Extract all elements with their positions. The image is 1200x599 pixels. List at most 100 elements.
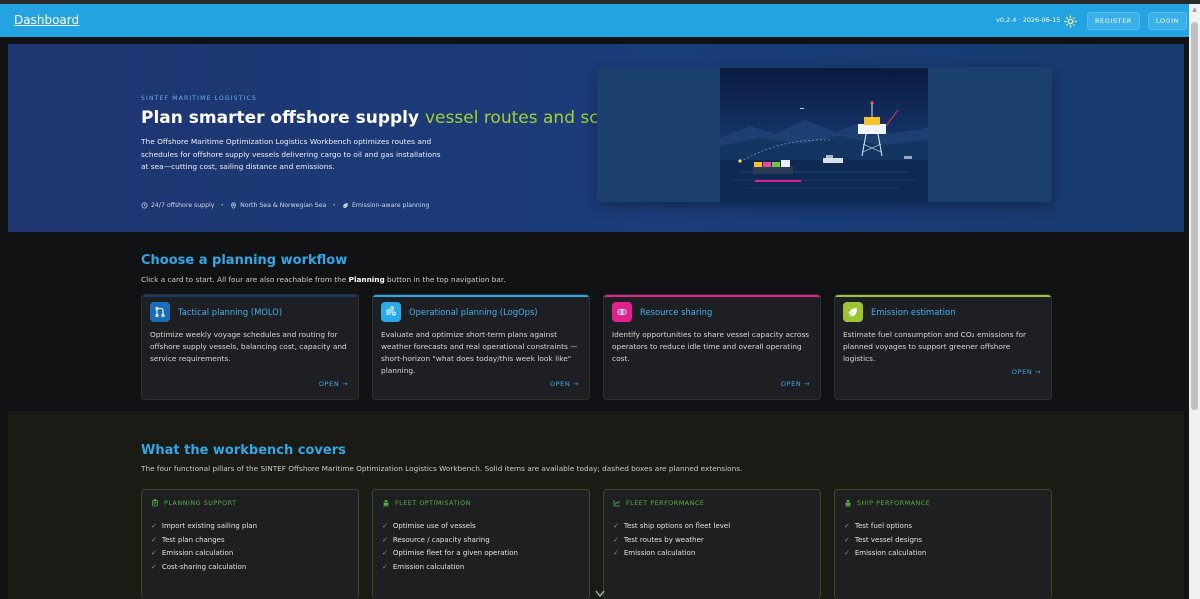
hero-title: Plan smarter offshore supply vessel rout…: [141, 108, 671, 128]
chevron-down-icon[interactable]: [594, 589, 606, 599]
card-description: Optimize weekly voyage schedules and rou…: [150, 330, 347, 363]
pillar-item-label: Emission calculation: [392, 562, 465, 571]
scroll-up-arrow-icon[interactable]: ▲: [1191, 6, 1198, 14]
arrow-right-icon: →: [803, 380, 810, 388]
pillar-header: FLEET OPTIMISATION: [382, 499, 471, 507]
pillar-item: ✓ Test vessel designs: [844, 533, 926, 547]
ship-icon: [383, 500, 389, 507]
pillar-item: ✓ Emission calculation: [151, 546, 257, 560]
check-icon: ✓: [382, 535, 388, 544]
hero-description: The Offshore Maritime Optimization Logis…: [141, 137, 441, 171]
scrollbar-thumb[interactable]: [1191, 22, 1198, 410]
arrow-right-icon: →: [572, 380, 579, 388]
subtitle-text: Click a card to start. All four are also…: [141, 275, 349, 284]
check-icon: ✓: [151, 535, 157, 544]
offshore-scene-illustration: [720, 68, 928, 202]
card-emission-estimation[interactable]: Emission estimation Estimate fuel consum…: [834, 294, 1052, 400]
arrow-right-icon: →: [341, 380, 348, 388]
open-label: OPEN: [780, 380, 802, 388]
card-accent-bar: [142, 295, 358, 297]
feature-label: Emission-aware planning: [351, 202, 430, 209]
leaf-icon: [343, 203, 348, 208]
feature-item: North Sea & Norwegian Sea: [230, 202, 326, 209]
separator-dot: •: [220, 202, 225, 209]
pillar-item: ✓ Resource / capacity sharing: [382, 533, 518, 547]
card-tactical-planning[interactable]: Tactical planning (MOLO) Optimize weekly…: [141, 294, 359, 400]
pillar-title: FLEET PERFORMANCE: [626, 499, 705, 507]
pillar-item: ✓ Emission calculation: [382, 560, 518, 574]
card-resource-sharing[interactable]: Resource sharing Identify opportunities …: [603, 294, 821, 400]
subtitle-bold: Planning: [348, 275, 385, 284]
card-open-link[interactable]: OPEN →: [1012, 368, 1041, 376]
pillar-item: ✓ Optimise fleet for a given operation: [382, 546, 518, 560]
card-description: Estimate fuel consumption and CO₂ emissi…: [843, 330, 1027, 363]
check-icon: ✓: [613, 549, 619, 558]
check-icon: ✓: [613, 535, 619, 544]
separator-dot: •: [332, 202, 336, 209]
check-icon: ✓: [844, 549, 850, 558]
login-button[interactable]: LOGIN: [1148, 12, 1187, 30]
sun-icon[interactable]: [1064, 13, 1077, 28]
open-label: OPEN: [1011, 368, 1033, 376]
pillar-item: ✓ Import existing sailing plan: [151, 519, 257, 533]
open-label: OPEN: [318, 380, 340, 388]
covers-section-title: What the workbench covers: [141, 443, 346, 458]
pillar-title: PLANNING SUPPORT: [164, 499, 237, 507]
feature-label: North Sea & Norwegian Sea: [240, 202, 327, 209]
card-operational-planning[interactable]: Operational planning (LogOps) Evaluate a…: [372, 294, 590, 400]
clipboard-icon: [152, 499, 158, 507]
pillar-item-label: Emission calculation: [623, 549, 696, 558]
hero-features: 24/7 offshore supply • North Sea & Norwe…: [141, 202, 429, 209]
pillar-title: FLEET OPTIMISATION: [395, 499, 471, 507]
pillar-item: ✓ Test ship options on fleet level: [613, 519, 730, 533]
register-button[interactable]: REGISTER: [1087, 12, 1140, 30]
arrow-right-icon: →: [1034, 368, 1041, 376]
leaf-icon: [843, 302, 863, 322]
version-label: v0.2.4 · 2026-06-15: [996, 16, 1061, 24]
open-label: OPEN: [549, 380, 571, 388]
card-open-link[interactable]: OPEN →: [319, 380, 348, 388]
pillar-item-label: Emission calculation: [161, 549, 234, 558]
hero-title-main: Plan smarter offshore supply: [141, 108, 420, 128]
feature-item: Emission-aware planning: [342, 202, 429, 209]
hero-eyebrow: SINTEF MARITIME LOGISTICS: [141, 95, 257, 102]
pillar-item-label: Emission calculation: [854, 549, 927, 558]
pillar-item: ✓ Test plan changes: [151, 533, 257, 547]
card-description: Identify opportunities to share vessel c…: [612, 330, 810, 363]
pillar-item-label: Test plan changes: [161, 535, 225, 544]
ship-icon: [845, 500, 851, 507]
subtitle-text: button in the top navigation bar.: [384, 275, 506, 284]
covers-section-subtitle: The four functional pillars of the SINTE…: [141, 464, 743, 473]
feature-item: 24/7 offshore supply: [141, 202, 214, 209]
pillar-items: ✓ Test fuel options ✓ Test vessel designs …: [844, 519, 926, 560]
dashboard-link[interactable]: Dashboard: [14, 13, 79, 27]
pillar-planning-support: PLANNING SUPPORT ✓ Import existing sailin…: [141, 489, 359, 599]
pillar-item: ✓ Emission calculation: [613, 546, 730, 560]
check-icon: ✓: [151, 521, 157, 530]
pillar-items: ✓ Test ship options on fleet level ✓ Test …: [613, 519, 730, 560]
pillar-title: SHIP PERFORMANCE: [857, 499, 931, 507]
check-icon: ✓: [844, 521, 850, 530]
pillar-item-label: Import existing sailing plan: [161, 521, 258, 530]
route-icon: [150, 302, 170, 322]
pillar-header: PLANNING SUPPORT: [151, 499, 237, 507]
pillar-header: FLEET PERFORMANCE: [613, 499, 704, 507]
pillar-fleet-optimisation: FLEET OPTIMISATION ✓ Optimise use of vess…: [372, 489, 590, 599]
pillar-items: ✓ Optimise use of vessels ✓ Resource / cap…: [382, 519, 518, 574]
pillar-header: SHIP PERFORMANCE: [844, 499, 930, 507]
pillar-item: ✓ Optimise use of vessels: [382, 519, 518, 533]
pillar-item: ✓ Cost-sharing calculation: [151, 560, 257, 574]
workflow-section-subtitle: Click a card to start. All four are also…: [141, 275, 506, 284]
card-open-link[interactable]: OPEN →: [550, 380, 579, 388]
pillar-ship-performance: SHIP PERFORMANCE ✓ Test fuel options ✓ Tes…: [834, 489, 1052, 599]
pillar-item-label: Resource / capacity sharing: [392, 535, 490, 544]
check-icon: ✓: [382, 562, 388, 571]
check-icon: ✓: [844, 535, 850, 544]
check-icon: ✓: [613, 521, 619, 530]
pillar-item-label: Test fuel options: [854, 521, 913, 530]
pillar-item-label: Optimise use of vessels: [392, 521, 476, 530]
card-open-link[interactable]: OPEN →: [781, 380, 810, 388]
card-accent-bar: [835, 295, 1051, 297]
pillar-items: ✓ Import existing sailing plan ✓ Test plan…: [151, 519, 257, 574]
feature-label: 24/7 offshore supply: [151, 202, 215, 209]
